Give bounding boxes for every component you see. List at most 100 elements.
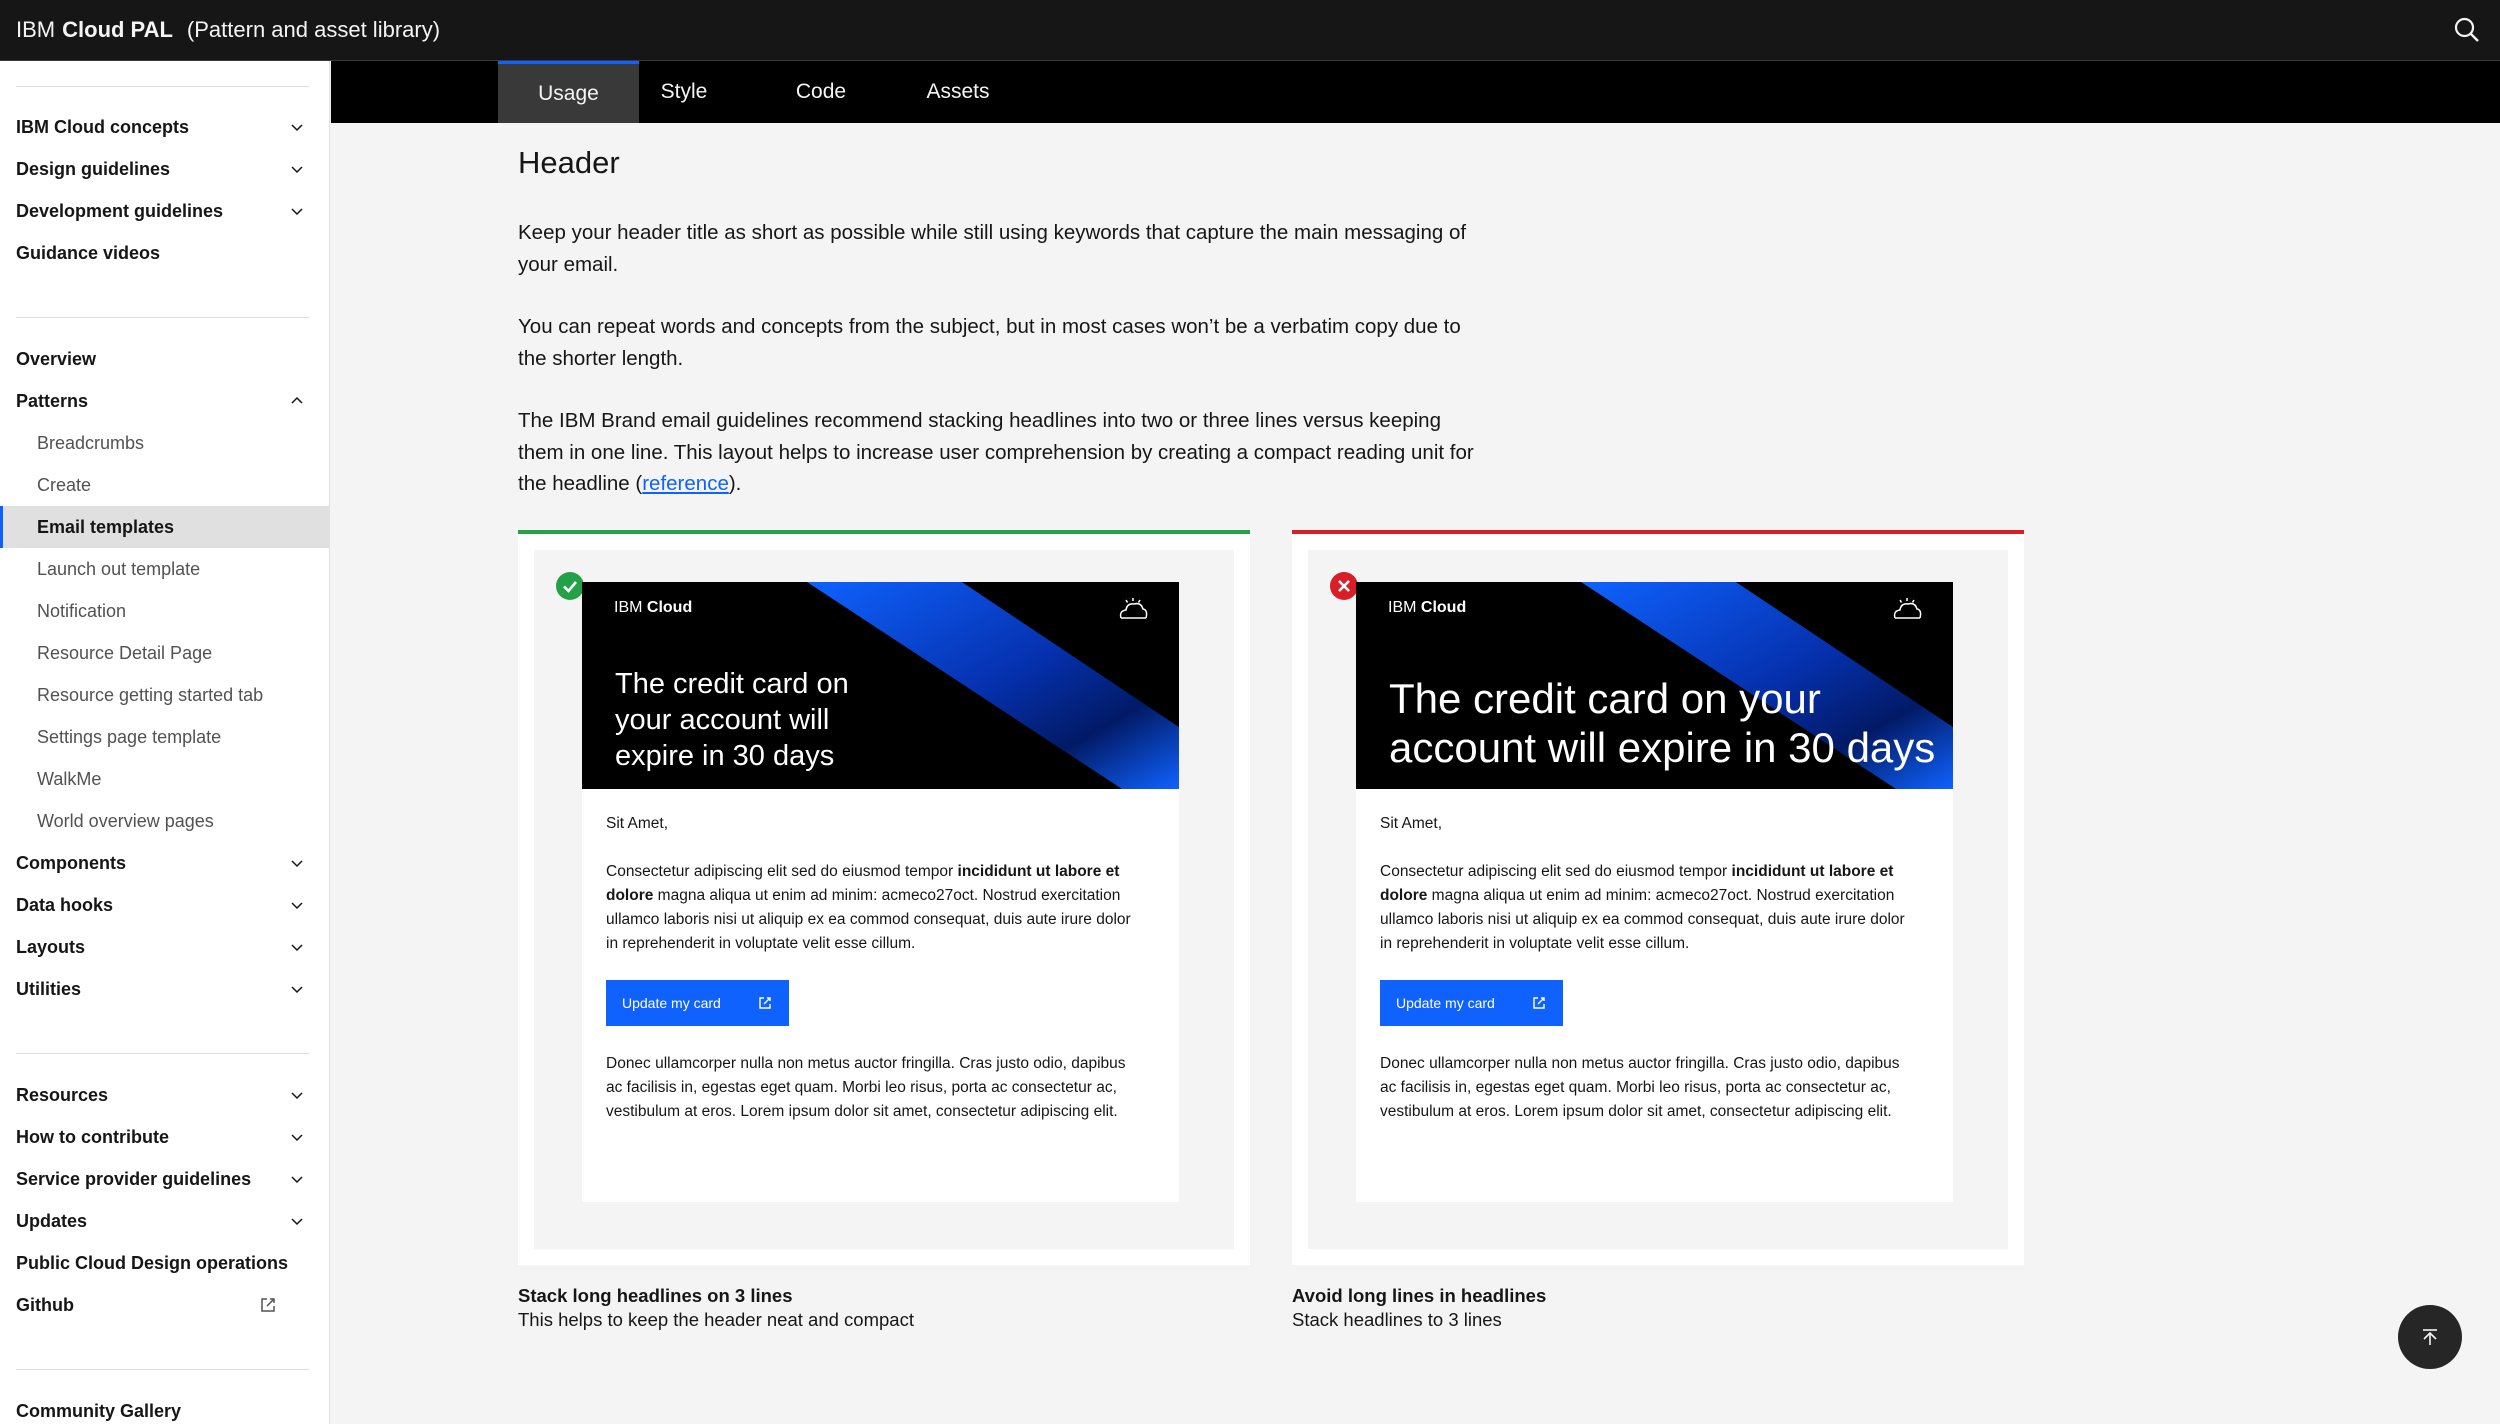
sidebar-item-service-provider-guidelines[interactable]: Service provider guidelines: [0, 1158, 329, 1200]
email-preview: IBM Cloud The credit card on your accoun…: [582, 582, 1179, 1202]
email-body: Sit Amet, Consectetur adipiscing elit se…: [1380, 812, 1920, 1148]
arrow-up-icon: [2423, 1329, 2437, 1345]
email-hero: IBM Cloud The credit card on your accoun…: [1356, 582, 1953, 789]
sidebar-item-resources[interactable]: Resources: [0, 1074, 329, 1116]
update-card-label: Update my card: [1396, 995, 1495, 1011]
sidebar-item-layouts[interactable]: Layouts: [0, 926, 329, 968]
update-card-button[interactable]: Update my card: [1380, 980, 1563, 1026]
sidebar-item-design-guidelines[interactable]: Design guidelines: [0, 148, 329, 190]
sidebar-subitem-notification[interactable]: Notification: [0, 590, 329, 632]
sidebar-item-updates[interactable]: Updates: [0, 1200, 329, 1242]
sidebar-item-overview[interactable]: Overview: [0, 338, 329, 380]
email-greeting: Sit Amet,: [1380, 815, 1443, 832]
launch-icon: [759, 997, 771, 1009]
sidebar-item-patterns[interactable]: Patterns: [0, 380, 329, 422]
email-headline: The credit card on your account will exp…: [615, 668, 849, 772]
sidebar-item-label: Overview: [16, 348, 97, 369]
sidebar-subitem-settings-page-template[interactable]: Settings page template: [0, 716, 329, 758]
error-icon: [1330, 572, 1358, 600]
sidebar-item-development-guidelines[interactable]: Development guidelines: [0, 190, 329, 232]
sidebar-item-label: Resources: [16, 1084, 109, 1105]
brand-logo[interactable]: IBM Cloud PAL (Pattern and asset library…: [0, 17, 440, 43]
sidebar-item-label: How to contribute: [16, 1126, 169, 1147]
tab-style[interactable]: Style: [639, 61, 729, 123]
chevron-down-icon: [291, 124, 303, 132]
tab-code[interactable]: Code: [771, 61, 871, 123]
do-caption-title: Stack long headlines on 3 lines: [518, 1285, 793, 1306]
cloud-icon: [1119, 598, 1148, 619]
sidebar-item-github[interactable]: Github: [0, 1284, 329, 1326]
email-logo-cloud: Cloud: [646, 599, 693, 616]
checkmark-icon: [556, 572, 584, 600]
paragraph-3-end: ).: [728, 472, 742, 495]
sidebar-item-ibm-cloud-concepts[interactable]: IBM Cloud concepts: [0, 106, 329, 148]
tab-assets[interactable]: Assets: [903, 61, 1013, 123]
update-card-button[interactable]: Update my card: [606, 980, 789, 1026]
sidebar-subitem-resource-getting-started-tab[interactable]: Resource getting started tab: [0, 674, 329, 716]
chevron-down-icon: [291, 1218, 303, 1226]
email-paragraph-2: Donec ullamcorper nulla non metus auctor…: [1380, 1055, 1900, 1120]
chevron-down-icon: [291, 986, 303, 994]
top-header: IBM Cloud PAL (Pattern and asset library…: [0, 0, 2500, 61]
sidebar-item-guidance-videos[interactable]: Guidance videos: [0, 232, 329, 274]
email-logo-ibm: IBM: [1388, 599, 1417, 616]
chevron-down-icon: [291, 1092, 303, 1100]
sidebar-item-data-hooks[interactable]: Data hooks: [0, 884, 329, 926]
email-paragraph-1: Consectetur adipiscing elit sed do eiusm…: [1380, 863, 1905, 952]
chevron-up-icon: [291, 396, 303, 404]
sidebar-item-label: Development guidelines: [16, 200, 224, 221]
sidebar-item-label: Design guidelines: [16, 158, 171, 179]
sidebar-item-public-cloud-design-operations[interactable]: Public Cloud Design operations: [0, 1242, 329, 1284]
external-link-icon: [261, 1298, 275, 1312]
email-body: Sit Amet, Consectetur adipiscing elit se…: [606, 812, 1146, 1148]
sidebar-item-label: Service provider guidelines: [16, 1168, 252, 1189]
dont-caption-title: Avoid long lines in headlines: [1292, 1285, 1547, 1306]
sidebar-item-label: Patterns: [16, 390, 89, 411]
chevron-down-icon: [291, 166, 303, 174]
sidebar-subitem-create[interactable]: Create: [0, 464, 329, 506]
sidebar-subitem-breadcrumbs[interactable]: Breadcrumbs: [0, 422, 329, 464]
chevron-down-icon: [291, 1176, 303, 1184]
email-greeting: Sit Amet,: [606, 815, 669, 832]
sidebar-item-how-to-contribute[interactable]: How to contribute: [0, 1116, 329, 1158]
email-paragraph-1: Consectetur adipiscing elit sed do eiusm…: [606, 863, 1131, 952]
tab-usage[interactable]: Usage: [498, 61, 639, 123]
chevron-down-icon: [291, 1134, 303, 1142]
sidebar-item-label: Guidance videos: [16, 242, 161, 263]
sidebar-subitem-launch-out-template[interactable]: Launch out template: [0, 548, 329, 590]
launch-icon: [1533, 997, 1545, 1009]
chevron-down-icon: [291, 944, 303, 952]
sidebar-item-label: Public Cloud Design operations: [16, 1252, 289, 1273]
back-to-top-button[interactable]: [2398, 1305, 2462, 1369]
sidebar-nav: IBM Cloud concepts Design guidelines Dev…: [0, 61, 330, 1424]
sidebar-subitem-world-overview-pages[interactable]: World overview pages: [0, 800, 329, 842]
brand-ibm: IBM: [16, 17, 56, 42]
sidebar-item-label: Components: [16, 852, 126, 873]
section-title: Header: [518, 145, 620, 180]
sidebar-item-label: IBM Cloud concepts: [16, 116, 190, 137]
sidebar-subitem-walkme[interactable]: WalkMe: [0, 758, 329, 800]
sidebar-item-label: Layouts: [16, 936, 86, 957]
sidebar-item-label: Data hooks: [16, 894, 114, 915]
reference-link[interactable]: reference: [642, 472, 729, 495]
sidebar-item-label: Community Gallery: [16, 1400, 182, 1421]
brand-description: (Pattern and asset library): [186, 17, 441, 42]
sidebar-item-components[interactable]: Components: [0, 842, 329, 884]
example-frame: IBM Cloud The credit card on your accoun…: [1308, 550, 2008, 1249]
sidebar-item-utilities[interactable]: Utilities: [0, 968, 329, 1010]
search-icon[interactable]: [2452, 15, 2482, 45]
sidebar-subitem-email-templates[interactable]: Email templates: [0, 506, 329, 548]
paragraph-2: You can repeat words and concepts from t…: [518, 315, 1461, 370]
paragraph-3: The IBM Brand email guidelines recommend…: [518, 405, 1478, 500]
dont-caption-subtitle: Stack headlines to 3 lines: [1292, 1309, 1502, 1330]
email-logo-ibm: IBM: [614, 599, 643, 616]
chevron-down-icon: [291, 902, 303, 910]
sidebar-item-community-gallery[interactable]: Community Gallery: [0, 1390, 329, 1424]
sidebar-item-label: Utilities: [16, 978, 82, 999]
email-logo: IBM Cloud: [614, 599, 692, 617]
sidebar-subitem-resource-detail-page[interactable]: Resource Detail Page: [0, 632, 329, 674]
email-logo-cloud: Cloud: [1420, 599, 1467, 616]
email-hero: IBM Cloud The credit card on your accoun…: [582, 582, 1179, 789]
email-preview: IBM Cloud The credit card on your accoun…: [1356, 582, 1953, 1202]
email-logo: IBM Cloud: [1388, 599, 1466, 617]
